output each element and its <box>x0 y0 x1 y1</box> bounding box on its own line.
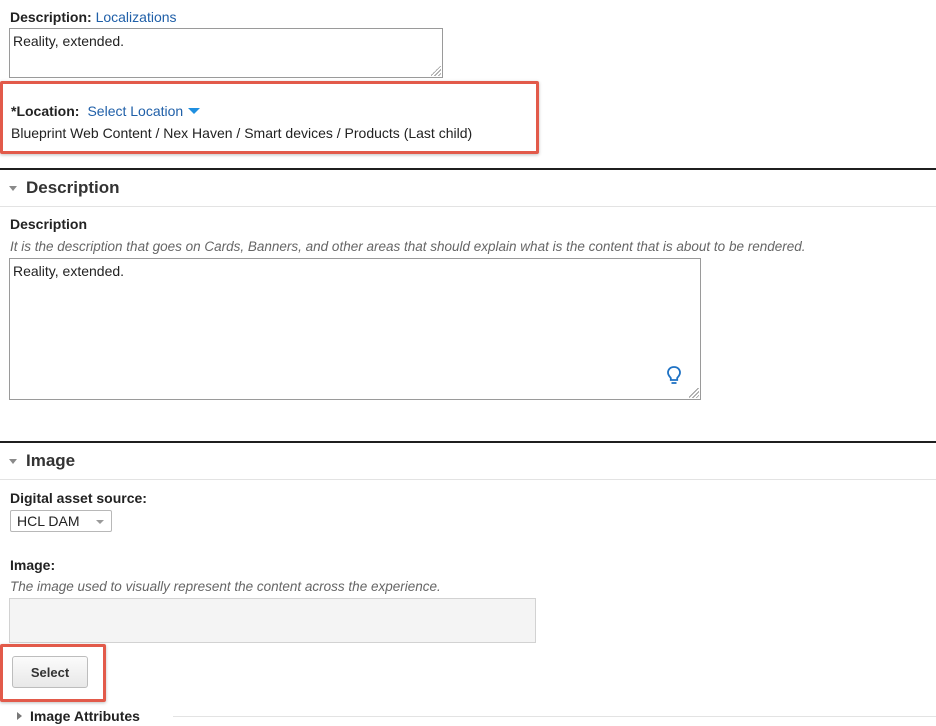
image-section-title: Image <box>26 451 76 470</box>
section-underline <box>0 206 936 207</box>
image-section-header[interactable]: Image <box>9 451 75 471</box>
section-divider <box>0 168 936 170</box>
select-location-link[interactable]: Select Location <box>87 103 183 119</box>
attributes-divider <box>173 716 936 717</box>
top-description-textarea[interactable]: Reality, extended. <box>9 28 443 78</box>
location-row: *Location: Select Location <box>11 103 201 119</box>
collapse-icon <box>9 458 17 464</box>
lightbulb-icon[interactable] <box>666 365 682 387</box>
top-description-label: Description: <box>10 9 92 25</box>
description-section-title: Description <box>26 178 120 197</box>
location-label: *Location: <box>11 103 80 119</box>
resize-handle[interactable] <box>689 388 699 398</box>
image-hint: The image used to visually represent the… <box>10 579 441 594</box>
description-field-label: Description <box>10 216 88 232</box>
resize-handle[interactable] <box>431 66 441 76</box>
collapse-icon <box>9 185 17 191</box>
top-description-row: Description: Localizations <box>10 9 177 25</box>
section-divider <box>0 441 936 443</box>
section-underline <box>0 479 936 480</box>
image-attributes-label: Image Attributes <box>30 708 140 724</box>
top-description-value: Reality, extended. <box>13 33 125 49</box>
chevron-down-icon <box>96 520 104 524</box>
description-hint: It is the description that goes on Cards… <box>10 239 806 254</box>
location-path: Blueprint Web Content / Nex Haven / Smar… <box>11 125 473 141</box>
image-attributes-toggle[interactable]: Image Attributes <box>17 708 140 724</box>
description-textarea[interactable]: Reality, extended. <box>9 258 701 400</box>
chevron-right-icon <box>17 712 22 720</box>
asset-source-label: Digital asset source: <box>10 490 147 506</box>
description-value: Reality, extended. <box>13 263 125 279</box>
localizations-link[interactable]: Localizations <box>96 9 177 25</box>
image-preview-field <box>9 598 536 643</box>
image-label: Image: <box>10 557 56 573</box>
description-section-header[interactable]: Description <box>9 178 120 198</box>
caret-down-icon[interactable] <box>188 108 201 114</box>
select-image-button[interactable]: Select <box>12 656 88 688</box>
asset-source-value: HCL DAM <box>17 513 80 529</box>
asset-source-select[interactable]: HCL DAM <box>10 510 112 532</box>
